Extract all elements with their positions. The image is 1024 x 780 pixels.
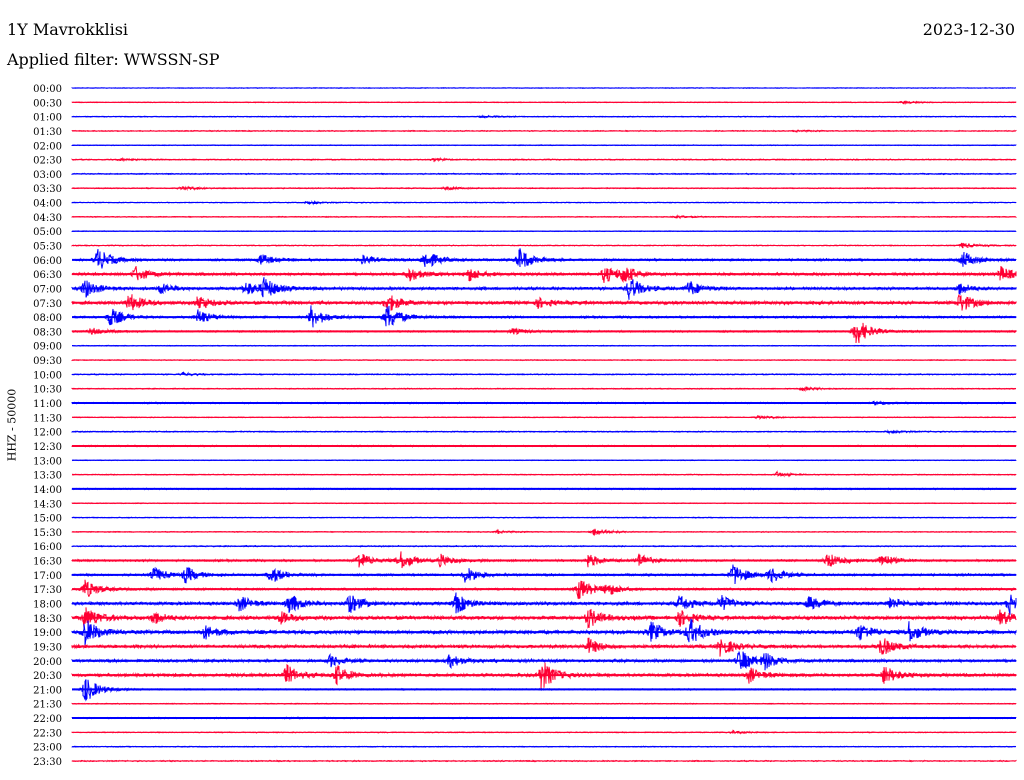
row-time-label: 01:30 xyxy=(33,127,62,138)
row-time-label: 06:30 xyxy=(33,270,62,281)
row-time-label: 11:00 xyxy=(33,399,62,410)
seismic-trace-0830 xyxy=(71,322,1017,344)
row-time-label: 10:00 xyxy=(33,370,62,381)
row-time-label: 18:30 xyxy=(33,614,62,625)
row-time-label: 17:00 xyxy=(33,571,62,582)
row-time-label: 08:30 xyxy=(33,327,62,338)
row-time-label: 12:00 xyxy=(33,428,62,439)
row-time-label: 16:30 xyxy=(33,557,62,568)
row-time-label: 15:00 xyxy=(33,514,62,525)
row-time-label: 00:00 xyxy=(33,84,62,95)
row-time-label: 17:30 xyxy=(33,585,62,596)
row-time-label: 21:30 xyxy=(33,700,62,711)
row-time-label: 13:30 xyxy=(33,471,62,482)
row-time-label: 05:00 xyxy=(33,227,62,238)
row-time-label: 19:00 xyxy=(33,628,62,639)
row-time-label: 21:00 xyxy=(33,685,62,696)
row-time-label: 15:30 xyxy=(33,528,62,539)
row-time-label: 03:30 xyxy=(33,184,62,195)
row-time-label: 00:30 xyxy=(33,98,62,109)
row-time-label: 16:00 xyxy=(33,542,62,553)
row-time-label: 13:00 xyxy=(33,456,62,467)
row-time-label: 08:00 xyxy=(33,313,62,324)
row-time-label: 23:00 xyxy=(33,743,62,754)
row-time-label: 04:00 xyxy=(33,199,62,210)
row-time-label: 10:30 xyxy=(33,385,62,396)
row-time-label: 09:30 xyxy=(33,356,62,367)
seismic-trace-1330 xyxy=(71,470,1017,478)
row-time-label: 05:30 xyxy=(33,242,62,253)
row-time-label: 07:00 xyxy=(33,284,62,295)
row-time-label: 23:30 xyxy=(33,757,62,768)
row-time-label: 14:30 xyxy=(33,499,62,510)
row-time-label: 22:00 xyxy=(33,714,62,725)
row-time-label: 20:00 xyxy=(33,657,62,668)
row-time-label: 20:30 xyxy=(33,671,62,682)
row-time-label: 01:00 xyxy=(33,113,62,124)
row-time-label: 03:00 xyxy=(33,170,62,181)
row-time-label: 14:00 xyxy=(33,485,62,496)
helicorder-plot: 00:00 00:30 01:00 01:30 02:00 02:30 03:00 03:30… xyxy=(33,84,1017,768)
row-time-label: 02:00 xyxy=(33,141,62,152)
row-time-label: 02:30 xyxy=(33,156,62,167)
row-time-label: 04:30 xyxy=(33,213,62,224)
row-time-label: 07:30 xyxy=(33,299,62,310)
row-time-label: 09:00 xyxy=(33,342,62,353)
seismic-trace-0600 xyxy=(71,248,1017,269)
row-time-label: 11:30 xyxy=(33,413,62,424)
row-time-label: 06:00 xyxy=(33,256,62,267)
row-time-label: 19:30 xyxy=(33,642,62,653)
row-time-label: 22:30 xyxy=(33,728,62,739)
row-time-label: 12:30 xyxy=(33,442,62,453)
row-time-label: 18:00 xyxy=(33,599,62,610)
